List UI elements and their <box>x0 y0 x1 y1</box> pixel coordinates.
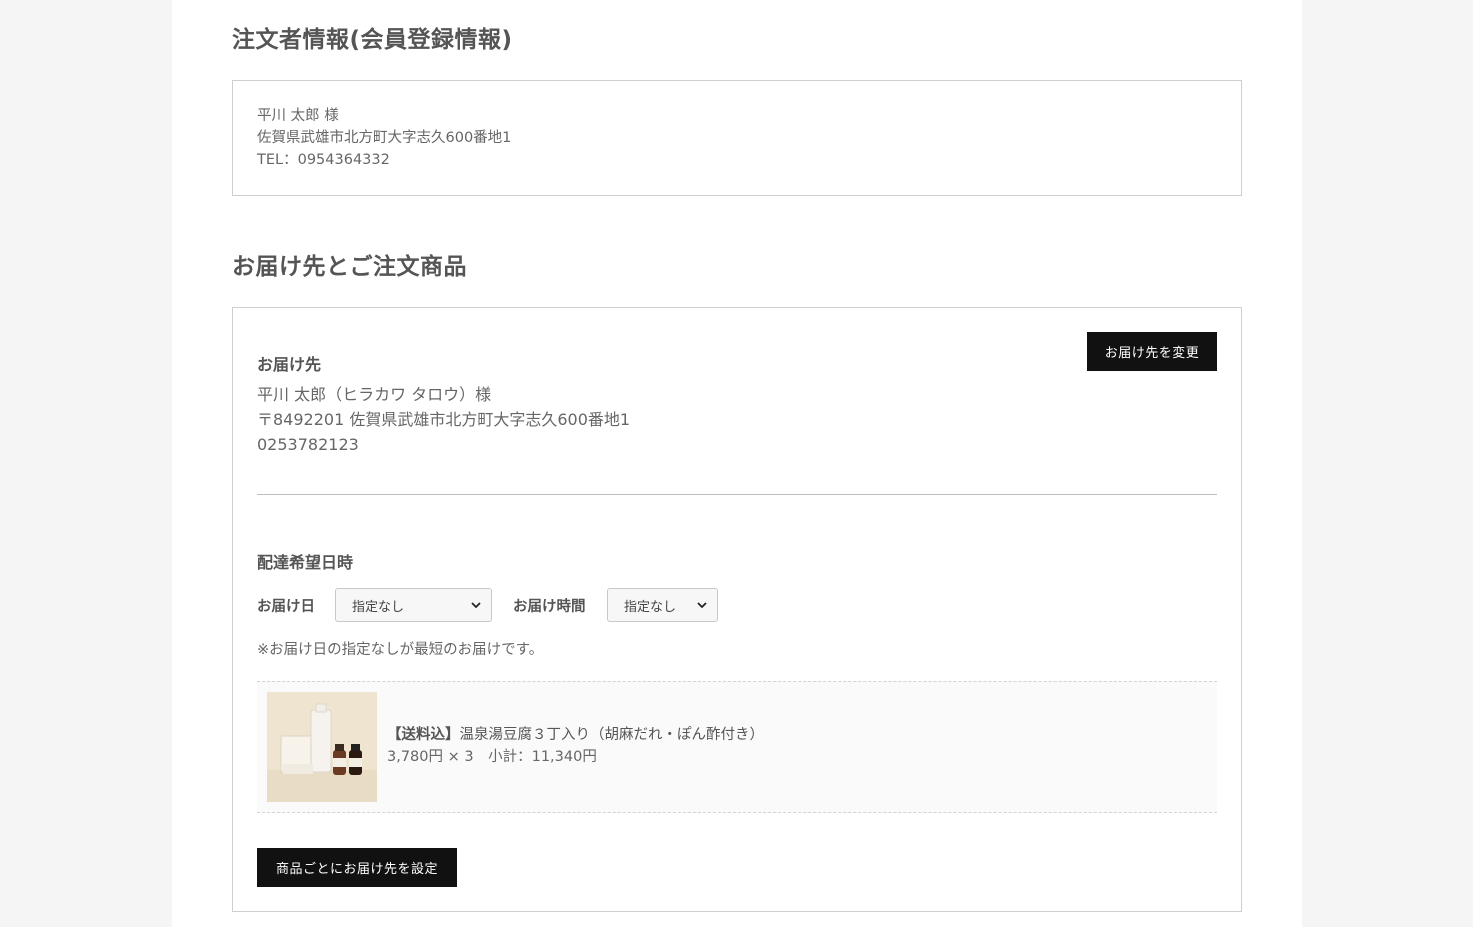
section-divider <box>257 494 1217 495</box>
delivery-destination-title: お届け先 <box>257 355 322 374</box>
delivery-box: お届け先 お届け先を変更 平川 太郎（ヒラカワ タロウ）様 〒8492201 佐… <box>232 307 1242 912</box>
product-tag: 【送料込】 <box>387 727 460 743</box>
product-row: 【送料込】温泉湯豆腐３丁入り（胡麻だれ・ぽん酢付き） 3,780円 × 3 小計… <box>257 681 1217 813</box>
delivery-address: 〒8492201 佐賀県武雄市北方町大字志久600番地1 <box>257 410 631 429</box>
product-thumbnail <box>267 692 377 802</box>
product-price: 3,780円 × 3 小計：11,340円 <box>387 749 597 765</box>
orderer-name: 平川 太郎 様 <box>257 108 339 124</box>
delivery-time-label: お届け時間 <box>513 599 586 615</box>
delivery-time-select[interactable]: 指定なし <box>607 588 718 622</box>
delivery-phone: 0253782123 <box>257 435 359 454</box>
delivery-date-label: お届け日 <box>257 599 315 615</box>
orderer-address: 佐賀県武雄市北方町大字志久600番地1 <box>257 130 512 146</box>
product-name: 温泉湯豆腐３丁入り（胡麻だれ・ぽん酢付き） <box>459 727 765 743</box>
product-name-line: 【送料込】温泉湯豆腐３丁入り（胡麻だれ・ぽん酢付き） <box>387 724 764 746</box>
product-image-icon <box>267 692 377 802</box>
product-info: 【送料込】温泉湯豆腐３丁入り（胡麻だれ・ぽん酢付き） 3,780円 × 3 小計… <box>387 724 764 768</box>
delivery-date-value: 指定なし <box>352 599 405 615</box>
delivery-datetime-title: 配達希望日時 <box>257 553 354 572</box>
delivery-address-block: 平川 太郎（ヒラカワ タロウ）様 〒8492201 佐賀県武雄市北方町大字志久6… <box>257 382 630 457</box>
delivery-date-select[interactable]: 指定なし <box>335 588 492 622</box>
orderer-tel: TEL：0954364332 <box>257 152 390 168</box>
delivery-time-value: 指定なし <box>624 599 677 615</box>
orderer-info-box: 平川 太郎 様 佐賀県武雄市北方町大字志久600番地1 TEL：09543643… <box>232 80 1242 196</box>
set-destination-per-item-button[interactable]: 商品ごとにお届け先を設定 <box>257 848 457 887</box>
delivery-section-title: お届け先とご注文商品 <box>232 254 467 280</box>
delivery-name: 平川 太郎（ヒラカワ タロウ）様 <box>257 385 492 404</box>
chevron-down-icon <box>471 602 481 609</box>
checkout-page: 注文者情報(会員登録情報) 平川 太郎 様 佐賀県武雄市北方町大字志久600番地… <box>172 0 1302 927</box>
orderer-section-title: 注文者情報(会員登録情報) <box>232 27 513 53</box>
delivery-date-note: ※お届け日の指定なしが最短のお届けです。 <box>257 642 544 658</box>
chevron-down-icon <box>697 602 707 609</box>
change-destination-button[interactable]: お届け先を変更 <box>1087 332 1217 371</box>
